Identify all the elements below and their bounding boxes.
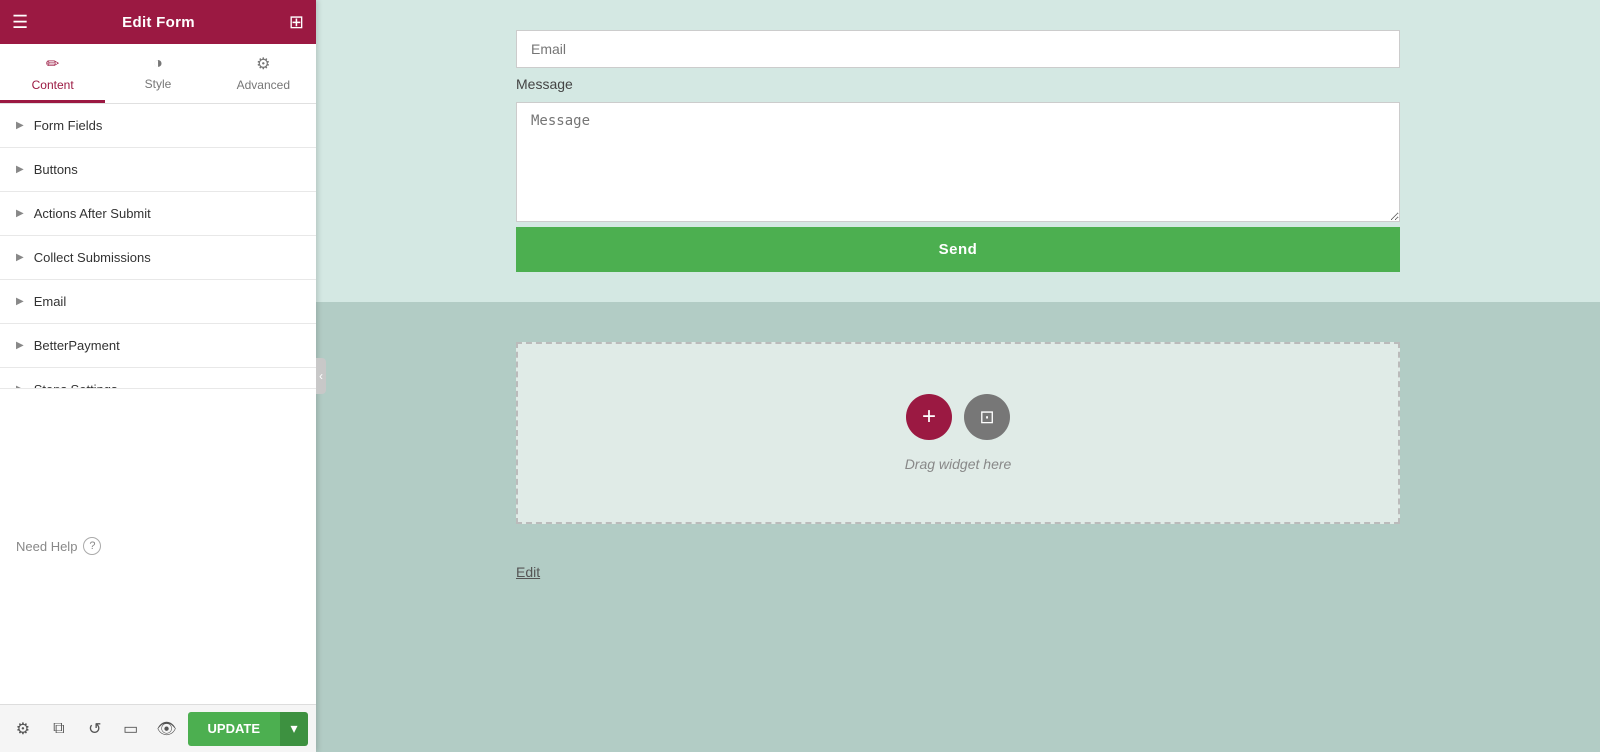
- accordion-better-payment: ▶ BetterPayment: [0, 324, 316, 368]
- update-dropdown-button[interactable]: ▾: [280, 712, 308, 746]
- accordion-email: ▶ Email: [0, 280, 316, 324]
- bottom-toolbar: ⚙ ⧉ ↺ ▭ 👁 UPDATE ▾: [0, 704, 316, 752]
- arrow-actions-after-submit: ▶: [16, 208, 24, 219]
- accordion-collect-submissions: ▶ Collect Submissions: [0, 236, 316, 280]
- accordion-header-email[interactable]: ▶ Email: [0, 280, 316, 323]
- arrow-buttons: ▶: [16, 164, 24, 175]
- tab-advanced[interactable]: ⚙ Advanced: [211, 44, 316, 103]
- edit-link[interactable]: Edit: [316, 524, 740, 590]
- sidebar: ☰ Edit Form ⊞ ✏ Content ◑ Style ⚙ Advanc…: [0, 0, 316, 752]
- accordion-form-fields: ▶ Form Fields: [0, 104, 316, 148]
- sidebar-header: ☰ Edit Form ⊞: [0, 0, 316, 44]
- label-better-payment: BetterPayment: [34, 338, 120, 353]
- help-icon: ?: [83, 537, 101, 555]
- accordion-header-buttons[interactable]: ▶ Buttons: [0, 148, 316, 191]
- arrow-form-fields: ▶: [16, 120, 24, 131]
- accordion-header-better-payment[interactable]: ▶ BetterPayment: [0, 324, 316, 367]
- drop-zone: + ⊡ Drag widget here: [316, 342, 1600, 524]
- sidebar-title: Edit Form: [122, 14, 195, 31]
- content-tab-icon: ✏: [46, 54, 59, 74]
- add-widget-button[interactable]: +: [906, 394, 952, 440]
- need-help-label: Need Help: [16, 539, 77, 554]
- label-email: Email: [34, 294, 67, 309]
- message-field-wrap: Message: [516, 68, 1400, 227]
- email-field-wrap: [516, 30, 1400, 68]
- accordion-header-steps-settings[interactable]: ▶ Steps Settings: [0, 368, 316, 388]
- message-textarea[interactable]: [516, 102, 1400, 222]
- email-input[interactable]: [516, 30, 1400, 68]
- toolbar-responsive-btn[interactable]: ▭: [116, 713, 146, 745]
- need-help-section[interactable]: Need Help ?: [0, 388, 316, 705]
- accordion-list: ▶ Form Fields ▶ Buttons ▶ Actions After …: [0, 104, 316, 388]
- toolbar-history-btn[interactable]: ↺: [80, 713, 110, 745]
- accordion-header-collect-submissions[interactable]: ▶ Collect Submissions: [0, 236, 316, 279]
- send-button[interactable]: Send: [516, 227, 1400, 272]
- arrow-collect-submissions: ▶: [16, 252, 24, 263]
- collapse-handle[interactable]: [316, 358, 326, 394]
- message-label: Message: [516, 68, 1400, 96]
- menu-icon[interactable]: ☰: [12, 12, 28, 33]
- label-form-fields: Form Fields: [34, 118, 103, 133]
- canvas: Message Send + ⊡ Drag widget here Edit: [316, 0, 1600, 752]
- accordion-header-actions-after-submit[interactable]: ▶ Actions After Submit: [0, 192, 316, 235]
- update-button[interactable]: UPDATE: [188, 712, 280, 746]
- style-tab-icon: ◑: [153, 55, 163, 73]
- label-actions-after-submit: Actions After Submit: [34, 206, 151, 221]
- style-tab-label: Style: [145, 77, 172, 91]
- tab-content[interactable]: ✏ Content: [0, 44, 105, 103]
- grid-icon[interactable]: ⊞: [289, 12, 304, 33]
- advanced-tab-icon: ⚙: [256, 54, 270, 74]
- label-buttons: Buttons: [34, 162, 78, 177]
- arrow-better-payment: ▶: [16, 340, 24, 351]
- update-btn-group: UPDATE ▾: [188, 712, 308, 746]
- arrow-email: ▶: [16, 296, 24, 307]
- tab-style[interactable]: ◑ Style: [105, 44, 210, 103]
- drop-zone-inner[interactable]: + ⊡ Drag widget here: [516, 342, 1400, 524]
- drop-buttons: + ⊡: [906, 394, 1010, 440]
- accordion-actions-after-submit: ▶ Actions After Submit: [0, 192, 316, 236]
- label-collect-submissions: Collect Submissions: [34, 250, 151, 265]
- widget-button[interactable]: ⊡: [964, 394, 1010, 440]
- accordion-steps-settings: ▶ Steps Settings: [0, 368, 316, 388]
- content-tab-label: Content: [32, 78, 74, 92]
- accordion-buttons: ▶ Buttons: [0, 148, 316, 192]
- form-section: Message Send: [516, 30, 1400, 272]
- drag-widget-label: Drag widget here: [905, 456, 1012, 472]
- accordion-header-form-fields[interactable]: ▶ Form Fields: [0, 104, 316, 147]
- toolbar-settings-btn[interactable]: ⚙: [8, 713, 38, 745]
- toolbar-layers-btn[interactable]: ⧉: [44, 713, 74, 745]
- tab-bar: ✏ Content ◑ Style ⚙ Advanced: [0, 44, 316, 104]
- advanced-tab-label: Advanced: [237, 78, 290, 92]
- toolbar-preview-btn[interactable]: 👁: [152, 713, 182, 745]
- form-container: Message Send: [316, 0, 1600, 302]
